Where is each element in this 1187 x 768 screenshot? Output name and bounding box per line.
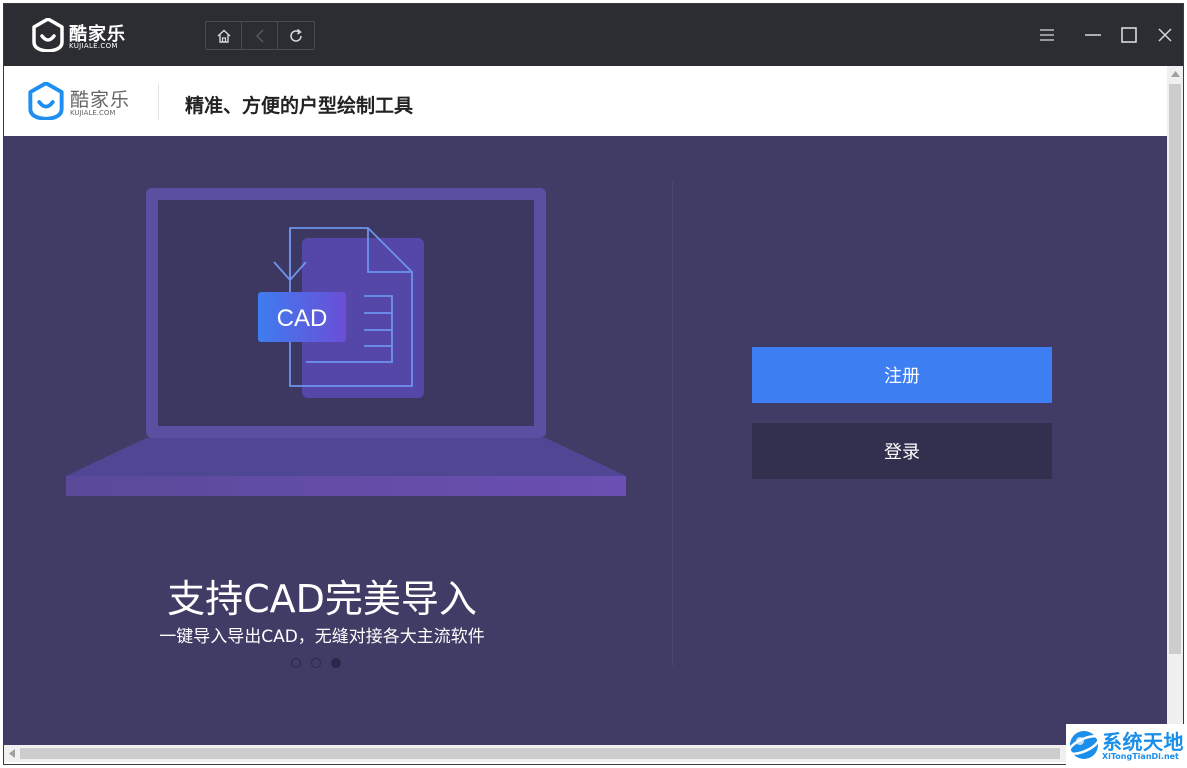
header-title: 精准、方便的户型绘制工具 xyxy=(185,95,414,117)
app-window: 酷家乐 KUJIALE.COM 酷家乐 KUJIALE.COM 精准、方便的户型… xyxy=(3,3,1184,765)
slide-subtitle: 一键导入导出CAD，无缝对接各大主流软件 xyxy=(159,627,485,647)
watermark-text: 系统天地 xyxy=(1102,730,1184,754)
scroll-left-arrow-icon[interactable] xyxy=(9,749,15,758)
minimize-button[interactable] xyxy=(1078,22,1108,48)
carousel-dots xyxy=(291,658,341,668)
watermark-url: XiTongTianDi.net xyxy=(1102,752,1179,761)
slide-title: 支持CAD完美导入 xyxy=(167,577,477,621)
titlebar-brand-sub: KUJIALE.COM xyxy=(69,42,118,50)
header-brand: 酷家乐 xyxy=(70,89,131,111)
kujiale-logo-icon xyxy=(32,18,64,52)
refresh-icon xyxy=(290,28,302,42)
home-icon xyxy=(217,29,230,43)
refresh-button[interactable] xyxy=(278,22,314,49)
menu-button[interactable] xyxy=(1032,22,1062,48)
title-bar: 酷家乐 KUJIALE.COM xyxy=(4,4,1183,66)
header-logo: 酷家乐 KUJIALE.COM xyxy=(28,82,138,122)
carousel-dot-active[interactable] xyxy=(331,658,341,668)
back-icon xyxy=(255,29,263,42)
horizontal-scroll-thumb[interactable] xyxy=(20,748,1060,759)
nav-button-group xyxy=(205,21,315,50)
titlebar-logo: 酷家乐 KUJIALE.COM xyxy=(32,18,132,54)
panel-divider xyxy=(672,181,673,666)
header-brand-sub: KUJIALE.COM xyxy=(70,109,116,117)
minimize-icon xyxy=(1085,34,1101,36)
home-button[interactable] xyxy=(206,22,242,49)
watermark-logo-icon xyxy=(1068,731,1100,759)
carousel-dot[interactable] xyxy=(291,658,301,668)
close-icon xyxy=(1158,28,1172,42)
kujiale-logo-icon xyxy=(28,82,64,120)
maximize-icon xyxy=(1121,27,1137,43)
scroll-up-arrow-icon[interactable] xyxy=(1171,71,1180,77)
watermark: 系统天地 XiTongTianDi.net xyxy=(1066,724,1184,766)
close-button[interactable] xyxy=(1150,22,1180,48)
login-button[interactable]: 登录 xyxy=(752,423,1052,479)
register-button[interactable]: 注册 xyxy=(752,347,1052,403)
main-panel: CAD 支持CAD完美导入 一键导入导出CAD，无缝对接各大主流软件 注册 登录 xyxy=(4,136,1167,745)
carousel-dot[interactable] xyxy=(311,658,321,668)
header-divider xyxy=(158,84,159,120)
vertical-scrollbar[interactable] xyxy=(1167,66,1183,745)
horizontal-scrollbar[interactable] xyxy=(4,745,1167,762)
laptop-cad-illustration: CAD xyxy=(66,188,626,496)
cad-badge-text: CAD xyxy=(277,305,328,332)
app-header: 酷家乐 KUJIALE.COM 精准、方便的户型绘制工具 xyxy=(4,66,1167,136)
menu-icon xyxy=(1040,29,1054,41)
back-button[interactable] xyxy=(242,22,278,49)
maximize-button[interactable] xyxy=(1114,22,1144,48)
vertical-scroll-thumb[interactable] xyxy=(1169,84,1181,654)
